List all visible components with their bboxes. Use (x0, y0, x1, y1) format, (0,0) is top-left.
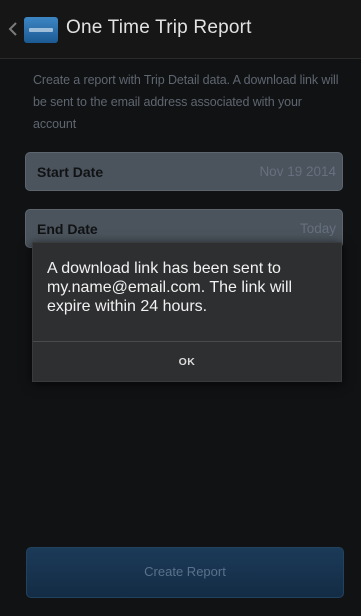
app-logo-icon[interactable] (24, 17, 58, 43)
start-date-value: Nov 19 2014 (259, 164, 336, 179)
action-bar: One Time Trip Report (0, 0, 361, 59)
end-date-value: Today (299, 221, 336, 236)
confirmation-dialog: A download link has been sent to my.name… (32, 242, 342, 382)
dialog-message: A download link has been sent to my.name… (47, 260, 293, 315)
start-date-field[interactable]: Start Date Nov 19 2014 (25, 152, 343, 191)
chevron-left-icon[interactable] (8, 21, 18, 37)
start-date-label: Start Date (37, 164, 104, 180)
page-title: One Time Trip Report (66, 17, 252, 38)
screen: One Time Trip Report Create a report wit… (0, 0, 361, 616)
ok-button[interactable]: OK (33, 342, 341, 382)
end-date-label: End Date (37, 221, 98, 237)
create-report-button[interactable]: Create Report (26, 547, 344, 598)
report-description: Create a report with Trip Detail data. A… (33, 73, 339, 131)
